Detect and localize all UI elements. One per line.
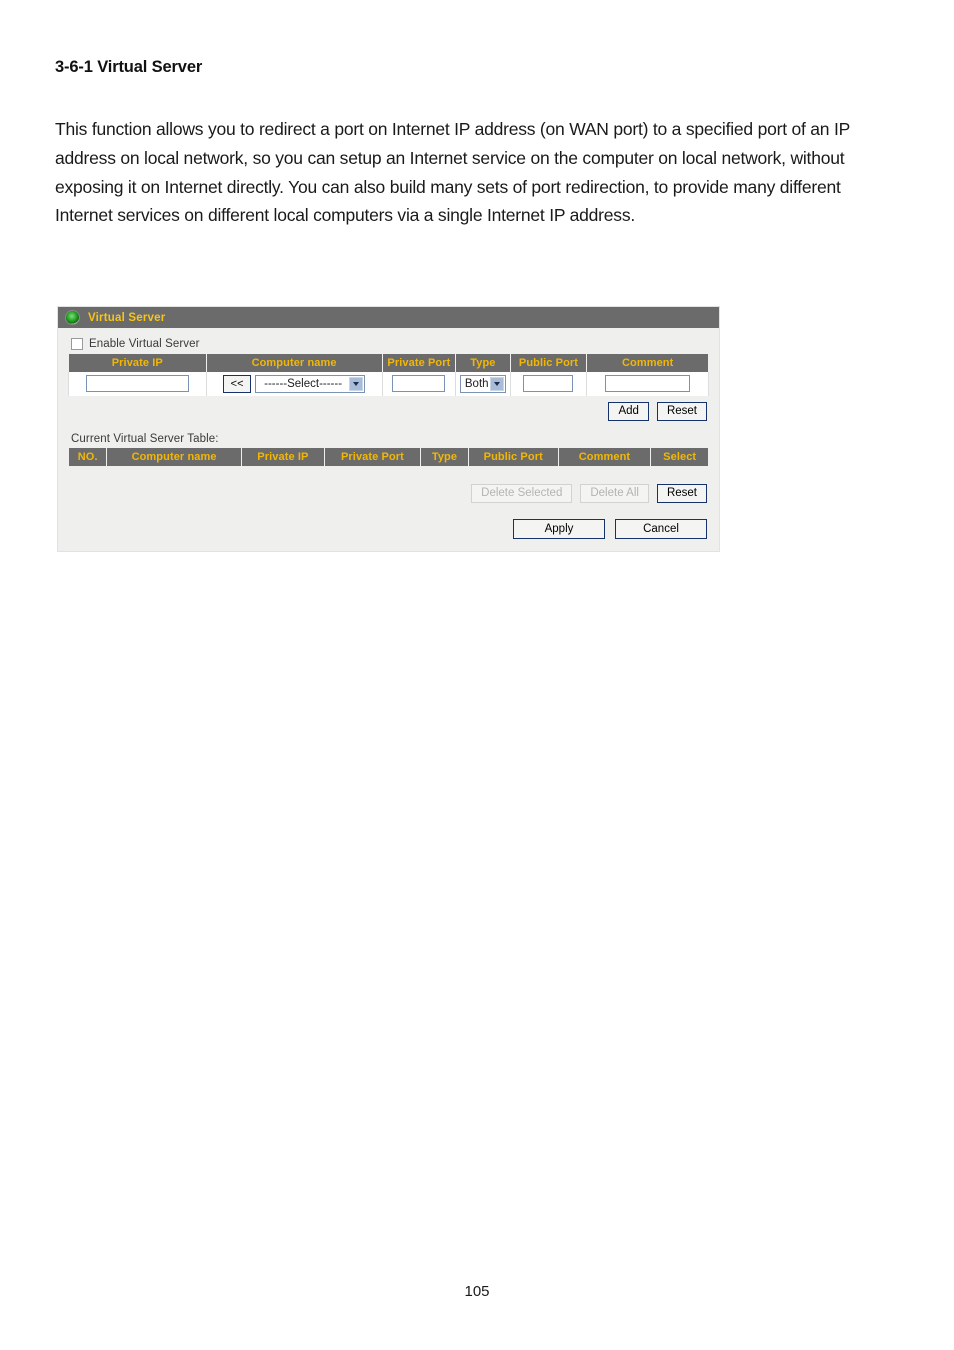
entry-reset-button[interactable]: Reset — [656, 402, 707, 421]
copy-computer-name-button[interactable]: << — [223, 374, 252, 393]
current-virtual-server-table: NO. Computer name Private IP Private Por… — [67, 448, 709, 466]
entry-form-button-row: Add Reset — [68, 402, 709, 421]
cell-type: Both — [455, 372, 511, 396]
private-port-input[interactable] — [392, 375, 446, 393]
footer-button-row: Apply Cancel — [68, 519, 709, 539]
column-header-type: Type — [455, 354, 511, 372]
column-header-type: Type — [419, 448, 469, 466]
green-status-dot-icon — [66, 311, 79, 324]
private-ip-input[interactable] — [85, 375, 189, 393]
delete-selected-button[interactable]: Delete Selected — [471, 484, 573, 503]
column-header-private-ip: Private IP — [240, 448, 325, 466]
column-header-no: NO. — [67, 448, 108, 466]
public-port-input[interactable] — [523, 375, 574, 393]
entry-form-input-row: << ------Select------ Both — [68, 372, 709, 396]
type-select-value: Both — [464, 377, 489, 390]
column-header-computer-name: Computer name — [205, 354, 383, 372]
chevron-down-icon[interactable] — [489, 376, 504, 391]
apply-button[interactable]: Apply — [513, 519, 605, 539]
cell-public-port — [509, 372, 588, 396]
panel-title: Virtual Server — [88, 311, 166, 324]
cancel-button[interactable]: Cancel — [615, 519, 707, 539]
enable-virtual-server-checkbox[interactable] — [71, 338, 83, 350]
body-paragraph: This function allows you to redirect a p… — [55, 119, 850, 226]
panel-body: Enable Virtual Server Private IP Compute… — [58, 328, 719, 551]
virtual-server-panel: Virtual Server Enable Virtual Server Pri… — [57, 306, 720, 552]
current-table-header-row: NO. Computer name Private IP Private Por… — [67, 448, 709, 466]
enable-virtual-server-label: Enable Virtual Server — [89, 338, 200, 350]
column-header-computer-name: Computer name — [106, 448, 242, 466]
enable-virtual-server-row[interactable]: Enable Virtual Server — [71, 338, 709, 350]
add-button[interactable]: Add — [608, 402, 649, 421]
cell-private-ip — [68, 372, 207, 396]
virtual-server-entry-form: Private IP Computer name Private Port Ty… — [68, 354, 709, 396]
delete-all-button[interactable]: Delete All — [580, 484, 649, 503]
column-header-public-port: Public Port — [467, 448, 559, 466]
cell-computer-name: << ------Select------ — [205, 372, 383, 396]
type-select[interactable]: Both — [459, 374, 506, 393]
column-header-public-port: Public Port — [509, 354, 588, 372]
current-table-button-row: Delete Selected Delete All Reset — [68, 484, 709, 503]
current-table-label: Current Virtual Server Table: — [71, 433, 219, 445]
chevron-down-icon[interactable] — [349, 376, 364, 391]
page-number: 105 — [464, 1283, 490, 1300]
cell-private-port — [381, 372, 457, 396]
column-header-private-ip: Private IP — [68, 354, 207, 372]
entry-form-header-row: Private IP Computer name Private Port Ty… — [68, 354, 709, 372]
column-header-private-port: Private Port — [381, 354, 457, 372]
table-reset-button[interactable]: Reset — [656, 484, 707, 503]
panel-titlebar: Virtual Server — [58, 307, 719, 328]
column-header-private-port: Private Port — [323, 448, 421, 466]
column-header-comment: Comment — [586, 354, 709, 372]
computer-name-select[interactable]: ------Select------ — [255, 374, 366, 393]
column-header-comment: Comment — [557, 448, 652, 466]
page-title: 3-6-1 Virtual Server — [55, 58, 203, 76]
comment-input[interactable] — [605, 375, 691, 393]
cell-comment — [586, 372, 709, 396]
column-header-select: Select — [650, 448, 709, 466]
computer-name-select-value: ------Select------ — [264, 377, 343, 390]
